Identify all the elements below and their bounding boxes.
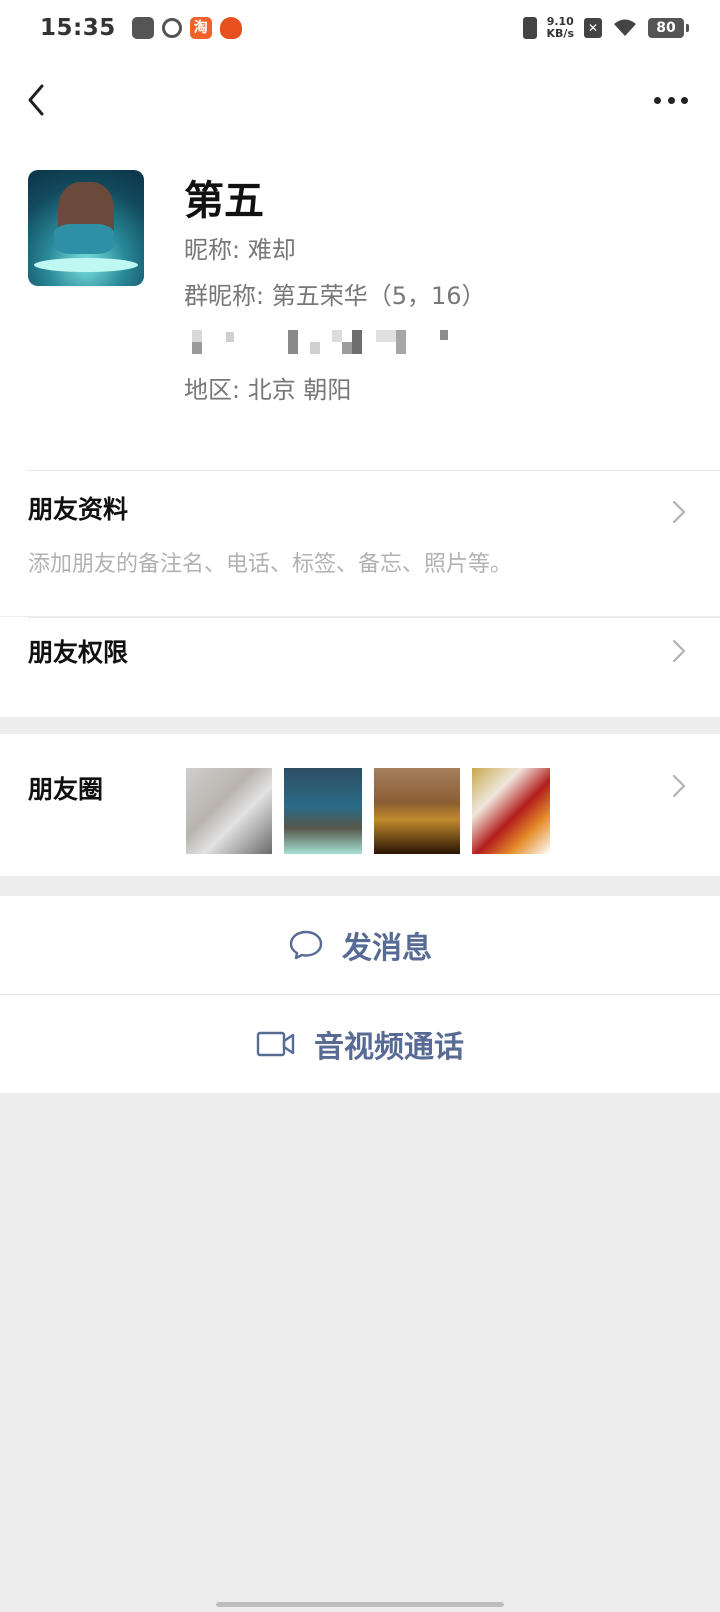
avatar-body	[54, 224, 114, 254]
video-call-label: 音视频通话	[314, 1030, 464, 1065]
more-dots-icon[interactable]	[654, 94, 688, 106]
status-time: 15:35	[40, 15, 116, 41]
moment-thumbnail	[472, 768, 550, 854]
vibrate-icon	[522, 17, 537, 39]
moments-thumbnails	[186, 768, 550, 854]
send-message-button[interactable]: 发消息	[0, 896, 720, 994]
network-speed: 9.10 KB/s	[547, 16, 574, 40]
status-bar: 15:35 淘 9.10 KB/s ✕ 80	[0, 0, 720, 56]
moment-thumbnail	[374, 768, 460, 854]
home-indicator[interactable]	[216, 1602, 504, 1607]
profile-header: 第五 昵称: 难却 群昵称: 第五荣华（5，16） 地区: 北京 朝阳	[0, 144, 720, 470]
moment-thumbnail	[284, 768, 362, 854]
friend-info-title: 朋友资料	[28, 495, 129, 524]
profile-group-nickname: 群昵称: 第五荣华（5，16）	[184, 282, 486, 310]
nav-bar	[0, 56, 720, 144]
friend-permissions-title: 朋友权限	[28, 638, 129, 667]
battery-icon: 80	[648, 18, 689, 38]
friend-info-subtitle: 添加朋友的备注名、电话、标签、备忘、照片等。	[28, 552, 513, 577]
wifi-icon	[614, 19, 636, 36]
moments-title: 朋友圈	[28, 775, 104, 804]
dot	[681, 96, 688, 104]
send-message-label: 发消息	[342, 931, 432, 966]
dot	[667, 96, 675, 104]
profile-nickname: 昵称: 难却	[184, 236, 296, 264]
friend-permissions-row[interactable]: 朋友权限	[0, 617, 720, 717]
dot	[654, 96, 661, 104]
moments-row[interactable]: 朋友圈	[0, 734, 720, 876]
notification-icons: 淘	[131, 17, 242, 39]
chevron-right-icon	[672, 500, 686, 524]
swirl-icon	[161, 18, 182, 38]
avatar[interactable]	[28, 170, 144, 286]
system-icons: 9.10 KB/s ✕ 80	[522, 16, 689, 40]
chat-bubble-icon	[289, 930, 323, 960]
taobao-icon: 淘	[189, 17, 212, 39]
no-sim-icon: ✕	[584, 18, 602, 38]
avatar-board	[34, 258, 138, 272]
network-speed-unit: KB/s	[546, 27, 574, 40]
profile-name: 第五	[184, 178, 264, 224]
chevron-right-icon	[672, 639, 686, 663]
chevron-left-icon[interactable]	[24, 80, 48, 120]
profile-region: 地区: 北京 朝阳	[184, 376, 352, 404]
divider	[28, 470, 720, 471]
bag-icon	[131, 17, 154, 39]
video-camera-icon	[256, 1031, 295, 1057]
contact-profile-screen: 15:35 淘 9.10 KB/s ✕ 80 第五 昵称: 难却 群昵称: 第五…	[0, 0, 720, 1612]
cat-icon	[219, 17, 242, 39]
chevron-right-icon	[672, 774, 686, 798]
friend-info-row[interactable]: 朋友资料 添加朋友的备注名、电话、标签、备忘、照片等。	[0, 470, 720, 616]
video-call-button[interactable]: 音视频通话	[0, 995, 720, 1093]
moment-thumbnail	[186, 768, 272, 854]
masked-wechat-id	[192, 330, 472, 356]
divider	[28, 617, 720, 618]
